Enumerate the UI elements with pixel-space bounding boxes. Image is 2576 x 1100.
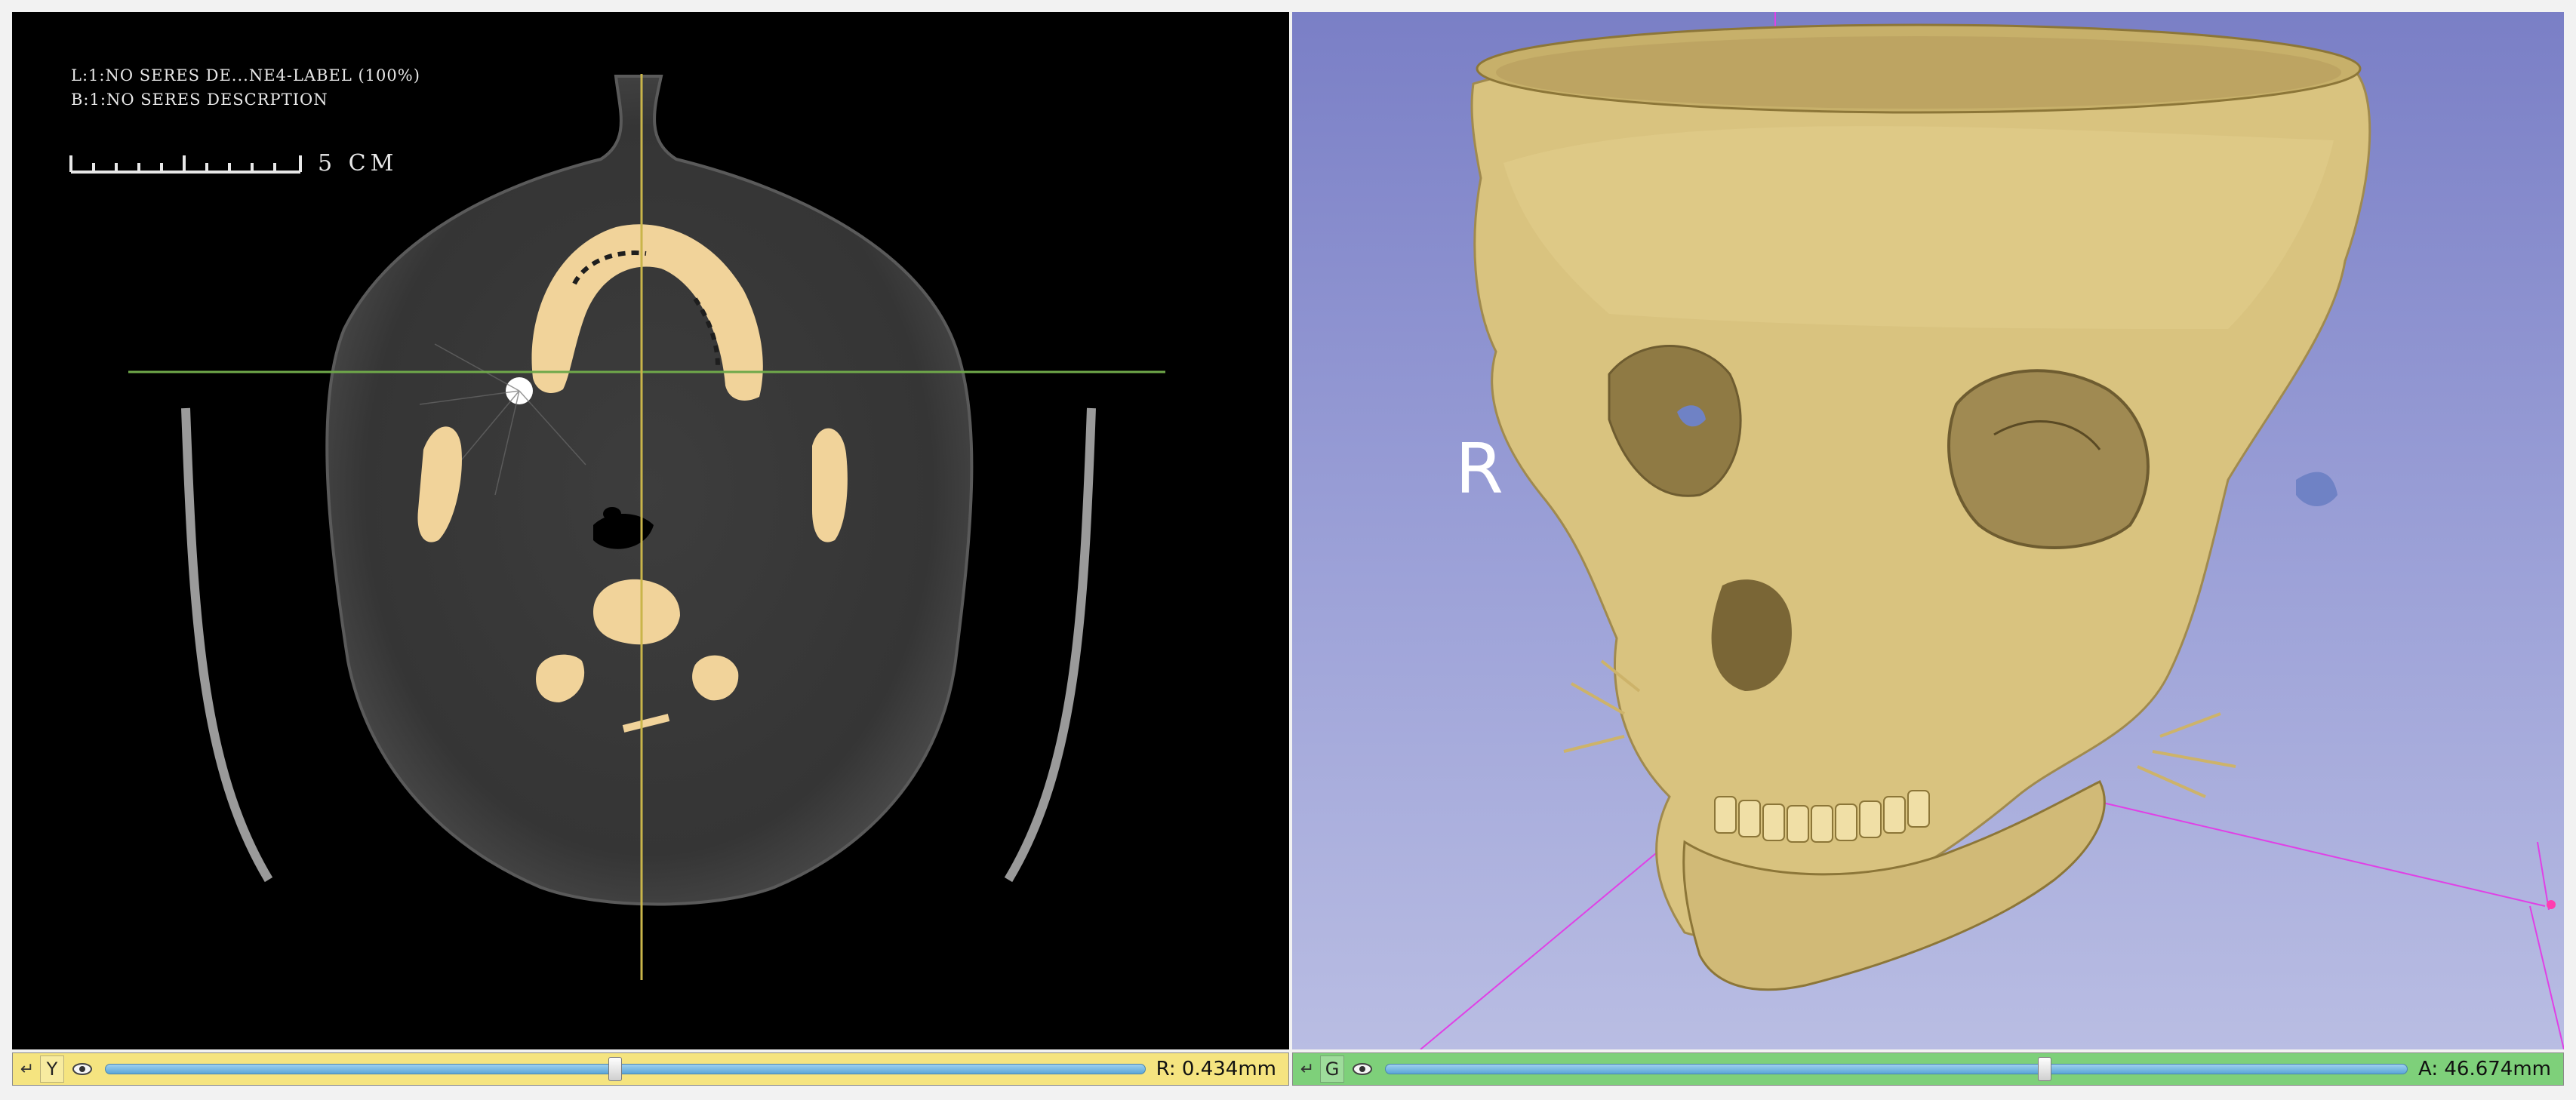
corner-annotation-background: B:1:NO SERES DESCRPTION [71,91,328,109]
slice-offset-slider[interactable] [105,1057,1146,1081]
slice-offset-readout: A: 46.674mm [2418,1058,2551,1080]
fiducial-marker [2547,900,2556,909]
slice-controller-yellow: ↵ Y R: 0.434mm [12,1052,1289,1086]
couch-right [1004,407,1096,883]
scale-ruler-label: 5 CM [318,150,399,177]
view-name-button[interactable]: G [1320,1055,1344,1083]
slice-offset-readout: R: 0.434mm [1156,1058,1276,1080]
view-name-button[interactable]: Y [40,1055,64,1083]
slider-handle[interactable] [2038,1057,2051,1081]
slice-controller-green: ↵ G A: 46.674mm [1292,1052,2564,1086]
threed-view[interactable]: R [1292,12,2564,1049]
couch-left [181,407,273,883]
pin-icon[interactable]: ↵ [16,1055,38,1083]
pin-icon[interactable]: ↵ [1296,1055,1319,1083]
orientation-label: R [1455,429,1503,509]
slicer-layout: L:1:NO SERES DE...NE4-LABEL (100%) B:1:N… [0,0,2576,1100]
orbit-right [1947,369,2150,549]
corner-annotation-label: L:1:NO SERES DE...NE4-LABEL (100%) [71,66,420,84]
eye-icon[interactable] [1349,1055,1376,1083]
ct-slice-image [69,74,1165,980]
skull-rendering [1420,12,2564,1049]
scale-ruler [69,155,302,174]
eye-icon[interactable] [69,1055,96,1083]
axial-slice-view[interactable]: L:1:NO SERES DE...NE4-LABEL (100%) B:1:N… [12,12,1289,1049]
slider-handle[interactable] [608,1057,622,1081]
slice-offset-slider[interactable] [1385,1057,2408,1081]
